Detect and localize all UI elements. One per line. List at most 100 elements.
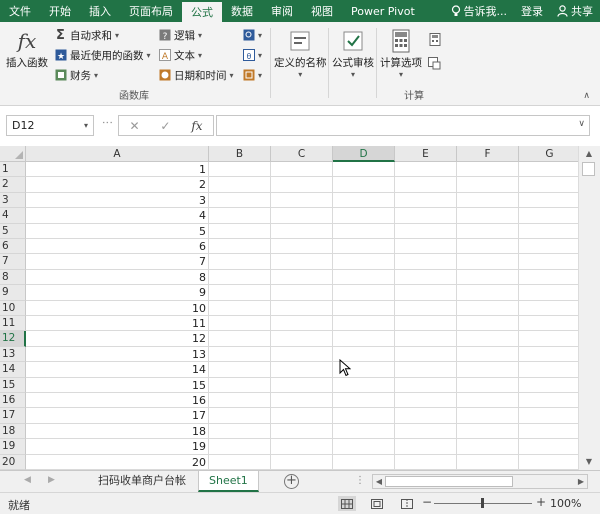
column-header-e[interactable]: E (395, 146, 457, 162)
sheet-tab-merchant-ledger[interactable]: 扫码收单商户台帐 (88, 471, 196, 492)
lookup-reference-button[interactable]: ▾ (242, 26, 262, 44)
scroll-left-icon[interactable]: ◀ (373, 475, 385, 488)
cell-a[interactable]: 8 (26, 270, 209, 285)
row-header[interactable]: 12 (0, 331, 26, 347)
zoom-level[interactable]: 100% (550, 497, 581, 510)
share-button[interactable]: 共享 (550, 0, 600, 22)
normal-view-button[interactable] (338, 496, 356, 511)
row-header[interactable]: 6 (0, 239, 26, 255)
row-header[interactable]: 2 (0, 177, 26, 193)
cell-a[interactable]: 2 (26, 177, 209, 192)
formula-bar-resize-handle[interactable]: ⋮ (101, 117, 114, 127)
scroll-right-icon[interactable]: ▶ (575, 475, 587, 488)
horizontal-scrollbar[interactable]: ◀ ▶ (372, 474, 588, 489)
scroll-down-icon[interactable]: ▼ (582, 456, 596, 468)
cell-a[interactable]: 4 (26, 208, 209, 223)
tab-insert[interactable]: 插入 (80, 0, 120, 22)
cell-a[interactable]: 14 (26, 362, 209, 377)
tab-review[interactable]: 审阅 (262, 0, 302, 22)
cell-a[interactable]: 16 (26, 393, 209, 408)
horizontal-scroll-thumb[interactable] (385, 476, 513, 487)
tell-me-search[interactable]: 告诉我... (444, 0, 515, 22)
text-function-button[interactable]: A 文本 ▾ (158, 46, 202, 64)
row-header[interactable]: 17 (0, 408, 26, 424)
calculation-options-button[interactable]: 计算选项 ▾ (380, 27, 422, 79)
insert-function-fx-icon[interactable]: fx (191, 119, 202, 133)
cell-a[interactable]: 19 (26, 439, 209, 454)
row-header[interactable]: 9 (0, 285, 26, 301)
prev-sheet-icon[interactable]: ◀ (24, 475, 31, 485)
row-header[interactable]: 16 (0, 393, 26, 409)
calculate-sheet-button[interactable] (428, 54, 441, 72)
cell-a[interactable]: 12 (26, 331, 209, 346)
row-header[interactable]: 5 (0, 223, 26, 239)
zoom-out-button[interactable]: − (422, 495, 432, 509)
tab-power-pivot[interactable]: Power Pivot (342, 0, 424, 22)
row-header[interactable]: 14 (0, 362, 26, 378)
cell-a[interactable]: 9 (26, 285, 209, 300)
defined-names-button[interactable]: 定义的名称 ▾ (274, 27, 327, 79)
row-header[interactable]: 7 (0, 254, 26, 270)
tab-data[interactable]: 数据 (222, 0, 262, 22)
insert-function-button[interactable]: fx 插入函数 (6, 27, 48, 70)
calculate-now-button[interactable] (428, 30, 441, 48)
row-header[interactable]: 11 (0, 316, 26, 332)
cell-a[interactable]: 11 (26, 316, 209, 331)
vertical-scrollbar[interactable]: ▲ ▼ (578, 146, 600, 470)
collapse-ribbon-icon[interactable]: ∧ (583, 91, 590, 101)
tab-formulas[interactable]: 公式 (182, 2, 222, 22)
sheet-tab-sheet1[interactable]: Sheet1 (198, 471, 259, 492)
vertical-scroll-thumb[interactable] (582, 162, 595, 176)
tab-home[interactable]: 开始 (40, 0, 80, 22)
enter-check-icon[interactable]: ✓ (160, 119, 170, 133)
row-header[interactable]: 10 (0, 300, 26, 316)
cell-a[interactable]: 7 (26, 254, 209, 269)
cell-a[interactable]: 1 (26, 162, 209, 177)
column-header-c[interactable]: C (271, 146, 333, 162)
column-header-b[interactable]: B (209, 146, 271, 162)
autosum-button[interactable]: Σ 自动求和 ▾ (54, 26, 119, 44)
row-header[interactable]: 15 (0, 377, 26, 393)
cancel-icon[interactable]: ✕ (129, 119, 139, 133)
cell-a[interactable]: 18 (26, 424, 209, 439)
cell-a[interactable]: 15 (26, 378, 209, 393)
row-header[interactable]: 20 (0, 454, 26, 470)
add-sheet-button[interactable]: + (284, 474, 299, 489)
row-header[interactable]: 19 (0, 439, 26, 455)
math-trig-button[interactable]: θ ▾ (242, 46, 262, 64)
row-header[interactable]: 3 (0, 192, 26, 209)
column-header-a[interactable]: A (26, 146, 209, 162)
row-header[interactable]: 13 (0, 346, 26, 363)
worksheet-grid[interactable]: A B C D E F G 1 1 2 2 3 3 4 4 5 5 6 6 7 7 8 8 9 9 10 10 11 11 12 12 13 1… (0, 146, 578, 470)
cell-a[interactable]: 3 (26, 193, 209, 208)
cell-a[interactable]: 6 (26, 239, 209, 254)
cell-a[interactable]: 20 (26, 455, 209, 470)
zoom-slider-thumb[interactable] (481, 498, 484, 508)
column-header-f[interactable]: F (457, 146, 519, 162)
zoom-in-button[interactable]: + (536, 495, 546, 509)
name-box[interactable]: D12 ▾ (6, 115, 94, 136)
formula-input[interactable]: ∨ (216, 115, 590, 136)
page-layout-view-button[interactable] (368, 496, 386, 511)
select-all-corner[interactable] (0, 146, 26, 162)
row-header[interactable]: 8 (0, 269, 26, 286)
recent-functions-button[interactable]: ★ 最近使用的函数 ▾ (54, 46, 151, 64)
tab-view[interactable]: 视图 (302, 0, 342, 22)
formula-auditing-button[interactable]: 公式审核 ▾ (332, 27, 374, 79)
login-link[interactable]: 登录 (514, 0, 550, 22)
cell-a[interactable]: 13 (26, 347, 209, 362)
tab-split-handle[interactable]: ⋮ (355, 475, 365, 486)
row-header[interactable]: 18 (0, 423, 26, 440)
financial-button[interactable]: 财务 ▾ (54, 66, 98, 84)
row-header[interactable]: 4 (0, 208, 26, 224)
column-header-d[interactable]: D (333, 146, 395, 162)
expand-formula-bar-icon[interactable]: ∨ (578, 119, 585, 129)
logical-button[interactable]: ? 逻辑 ▾ (158, 26, 202, 44)
cell-a[interactable]: 17 (26, 408, 209, 423)
page-break-view-button[interactable] (398, 496, 416, 511)
column-header-g[interactable]: G (519, 146, 578, 162)
more-functions-button[interactable]: ▾ (242, 66, 262, 84)
next-sheet-icon[interactable]: ▶ (48, 475, 55, 485)
tab-file[interactable]: 文件 (0, 0, 40, 22)
cell-a[interactable]: 5 (26, 224, 209, 239)
